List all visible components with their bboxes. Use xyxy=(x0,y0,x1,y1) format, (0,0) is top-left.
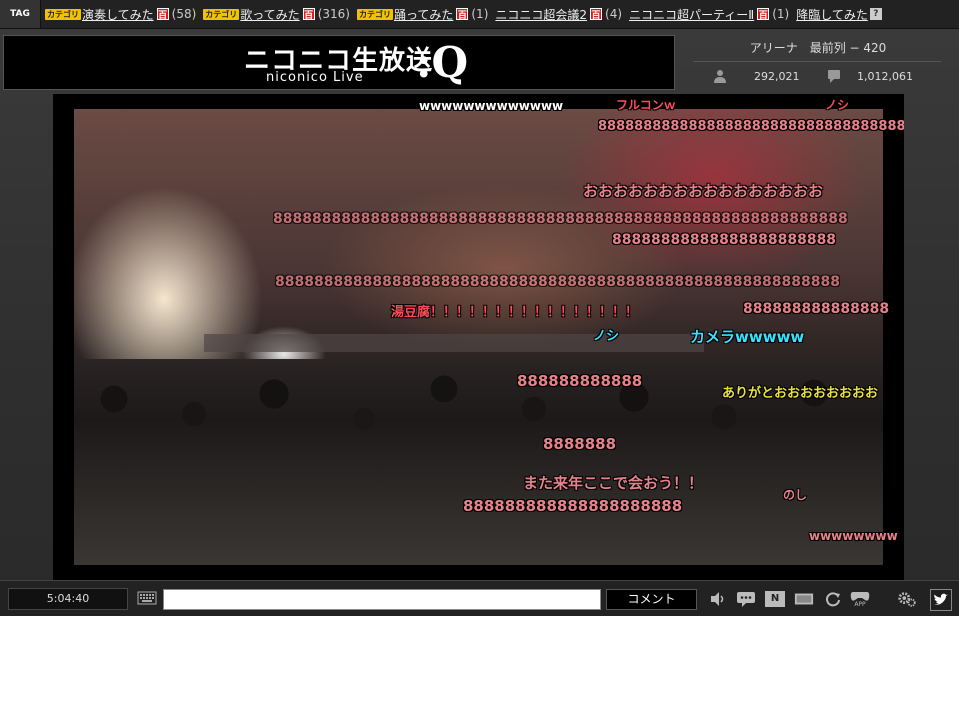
comment-overlay: 8888888888888888888888888888888888888888… xyxy=(275,274,840,290)
category-badge: カテゴリ xyxy=(203,8,240,20)
tag-item: カテゴリ 踊ってみた 百 (1) xyxy=(356,6,489,23)
comment-overlay: また来年ここで会おう！！ xyxy=(523,474,704,492)
volume-icon[interactable] xyxy=(708,590,728,608)
tag-count: (1) xyxy=(471,7,489,21)
stage xyxy=(204,334,704,352)
tag-link[interactable]: 降臨してみた xyxy=(796,6,868,23)
comment-count: 1,012,061 xyxy=(857,70,913,83)
dictionary-icon[interactable]: 百 xyxy=(302,8,315,21)
program-banner: ニコニコ生放送 niconico Live :Q xyxy=(3,35,675,90)
comment-toggle-icon[interactable] xyxy=(736,590,756,608)
tag-link[interactable]: ニコニコ超会議2 xyxy=(495,6,587,23)
tag-link[interactable]: 歌ってみた xyxy=(240,6,299,23)
dictionary-icon[interactable]: 百 xyxy=(456,8,469,21)
comment-overlay: 888888888888888 xyxy=(743,301,890,317)
tag-bar: TAG カテゴリ 演奏してみた 百 (58) カテゴリ 歌ってみた 百 (316… xyxy=(0,0,959,29)
tag-item: ニコニコ超会議2 百 (4) xyxy=(495,6,622,23)
speech-bubble-icon xyxy=(828,70,840,83)
control-bar: 5:04:40 コメント N APP xyxy=(0,580,959,616)
comment-overlay: フルコンｗ xyxy=(616,98,676,112)
comment-overlay: ありがとおおおおおおおお xyxy=(722,386,879,401)
screen-size-icon[interactable] xyxy=(794,590,814,608)
settings-gears-icon[interactable] xyxy=(897,590,917,608)
tag-icon: TAG xyxy=(0,0,41,28)
stats-panel: アリーナ 最前列 − 420 292,021 1,012,061 xyxy=(679,35,957,90)
category-badge: カテゴリ xyxy=(356,8,393,20)
comment-overlay: 湯豆腐！！！！！！！！！！！！！！！！ xyxy=(391,305,639,320)
tag-item: 降臨してみた ? xyxy=(796,6,882,23)
nicosound-label: N xyxy=(765,591,785,607)
logo-q: :Q xyxy=(416,38,469,87)
comment-submit-button[interactable]: コメント xyxy=(606,589,697,610)
seat-info: アリーナ 最前列 − 420 xyxy=(749,41,887,55)
comment-overlay: 8888888 xyxy=(543,435,617,453)
comment-overlay: wwwwwwwwwwwww xyxy=(419,99,564,113)
comment-overlay: ノシ xyxy=(593,329,620,344)
comment-overlay: 88888888888888888888888 xyxy=(612,232,837,248)
nicosound-icon[interactable]: N xyxy=(765,590,785,608)
viewer-count: 292,021 xyxy=(754,70,800,83)
tag-link[interactable]: 演奏してみた xyxy=(82,6,154,23)
dictionary-icon[interactable]: 百 xyxy=(757,8,770,21)
comment-overlay: ノシ xyxy=(825,98,850,112)
comment-overlay: おおおおおおおおおおおおおおおお xyxy=(583,182,824,200)
comment-overlay: のし xyxy=(783,488,808,502)
tag-item: ニコニコ超パーティーⅡ 百 (1) xyxy=(629,6,789,23)
tag-item: カテゴリ 歌ってみた 百 (316) xyxy=(203,6,350,23)
comment-overlay: 888888888888 xyxy=(517,372,643,390)
twitter-icon[interactable] xyxy=(930,589,952,611)
category-badge: カテゴリ xyxy=(45,8,81,20)
tag-count: (4) xyxy=(605,7,623,21)
tag-count: (316) xyxy=(317,7,350,21)
tag-label: TAG xyxy=(10,9,30,19)
elapsed-time: 5:04:40 xyxy=(8,588,128,610)
reload-icon[interactable] xyxy=(823,590,843,608)
comment-overlay: wwwwwwww xyxy=(809,529,898,543)
tag-count: (58) xyxy=(171,7,197,21)
comment-overlay: 8888888888888888888888888888888888888 xyxy=(598,119,904,134)
comment-input[interactable] xyxy=(163,589,601,610)
dictionary-icon[interactable]: 百 xyxy=(156,8,169,21)
keyboard-icon[interactable] xyxy=(137,590,157,606)
tag-link[interactable]: 踊ってみた xyxy=(394,6,453,23)
dictionary-icon[interactable]: 百 xyxy=(590,8,603,21)
app-label: APP xyxy=(854,601,866,608)
tag-link[interactable]: ニコニコ超パーティーⅡ xyxy=(629,6,754,23)
tag-count: (1) xyxy=(772,7,790,21)
comment-overlay: 8888888888888888888888888888888888888888… xyxy=(273,211,848,227)
logo-subtitle: niconico Live xyxy=(266,70,364,85)
person-icon xyxy=(714,70,726,83)
video-screen[interactable]: wwwwwwwwwwwww フルコンｗ ノシ 88888888888888888… xyxy=(53,94,904,580)
app-gamepad-icon[interactable]: APP xyxy=(850,590,870,608)
comment-overlay: 888888888888888888888 xyxy=(463,497,683,515)
tag-item: カテゴリ 演奏してみた 百 (58) xyxy=(45,6,196,23)
help-icon[interactable]: ? xyxy=(869,8,882,20)
live-player: ニコニコ生放送 niconico Live :Q アリーナ 最前列 − 420 … xyxy=(0,29,959,616)
comment-overlay: カメラwwwww xyxy=(690,328,805,346)
stats-divider xyxy=(693,61,941,62)
